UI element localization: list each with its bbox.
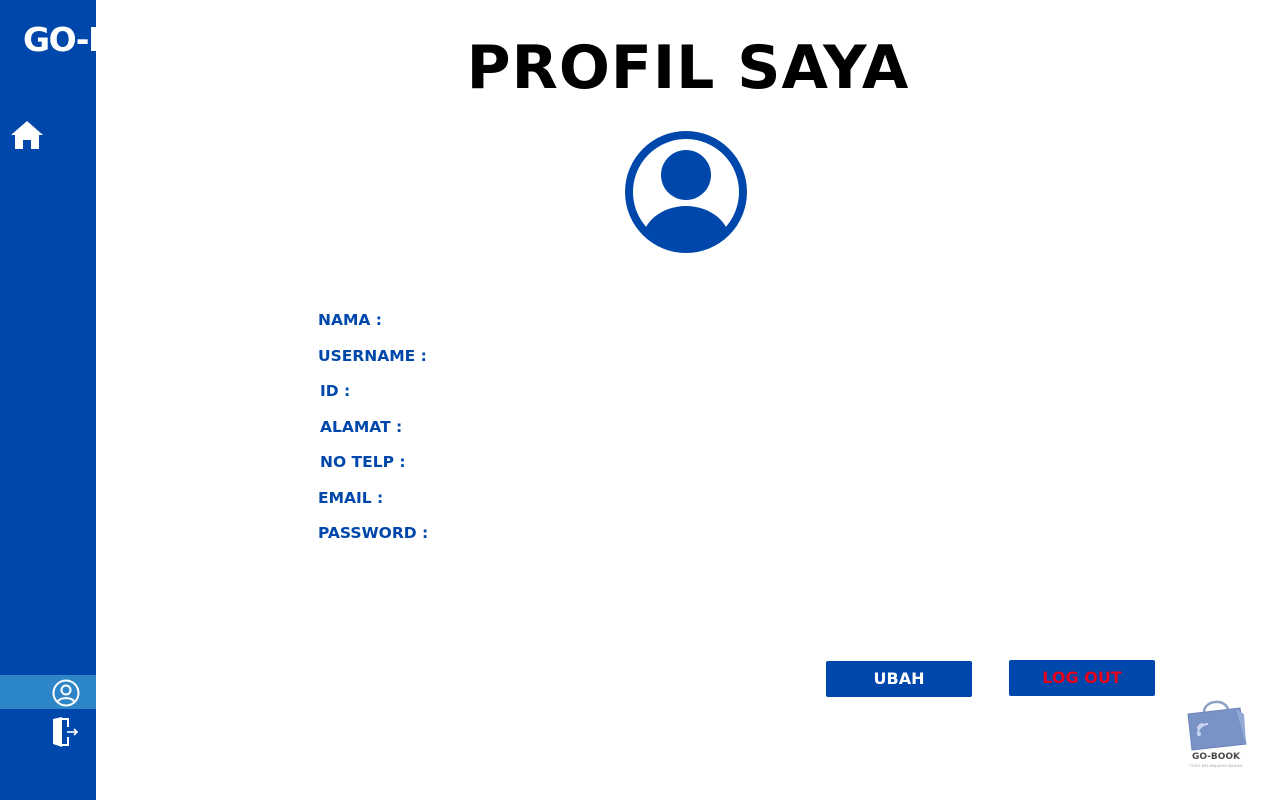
shopping-bag-icon — [1187, 700, 1247, 751]
field-id-label: ID : — [320, 382, 351, 400]
sidebar — [0, 0, 96, 800]
field-username-label: USERNAME : — [318, 346, 427, 365]
home-icon — [11, 121, 43, 149]
field-alamat-label: ALAMAT : — [320, 417, 403, 436]
field-notelp-label: NO TELP : — [320, 453, 406, 471]
nav-logout[interactable] — [50, 716, 80, 748]
brand-logo[interactable]: GO-BOOK — [23, 20, 190, 59]
user-circle-icon — [625, 131, 747, 253]
corner-logo-tagline: TOKO BELANJANYA BAHAN — [1189, 764, 1243, 768]
field-password-label: PASSWORD : — [318, 524, 429, 542]
logout-button[interactable]: LOG OUT — [1009, 660, 1155, 696]
nav-profile[interactable] — [0, 675, 96, 709]
nav-home[interactable] — [8, 116, 46, 154]
field-email-label: EMAIL : — [318, 488, 384, 507]
edit-button[interactable]: UBAH — [826, 661, 972, 697]
user-icon — [52, 679, 80, 707]
page-title: PROFIL SAYA — [466, 33, 910, 103]
brand-name: GO-BOOK — [23, 20, 190, 59]
profile-fields: NAMA : USERNAME : ID : ALAMAT : NO TELP … — [318, 309, 718, 558]
corner-logo-name: GO-BOOK — [1191, 752, 1241, 762]
field-nama-label: NAMA : — [318, 311, 382, 329]
logout-door-icon — [53, 717, 79, 747]
corner-logo: GO-BOOK TOKO BELANJANYA BAHAN — [1182, 698, 1250, 772]
